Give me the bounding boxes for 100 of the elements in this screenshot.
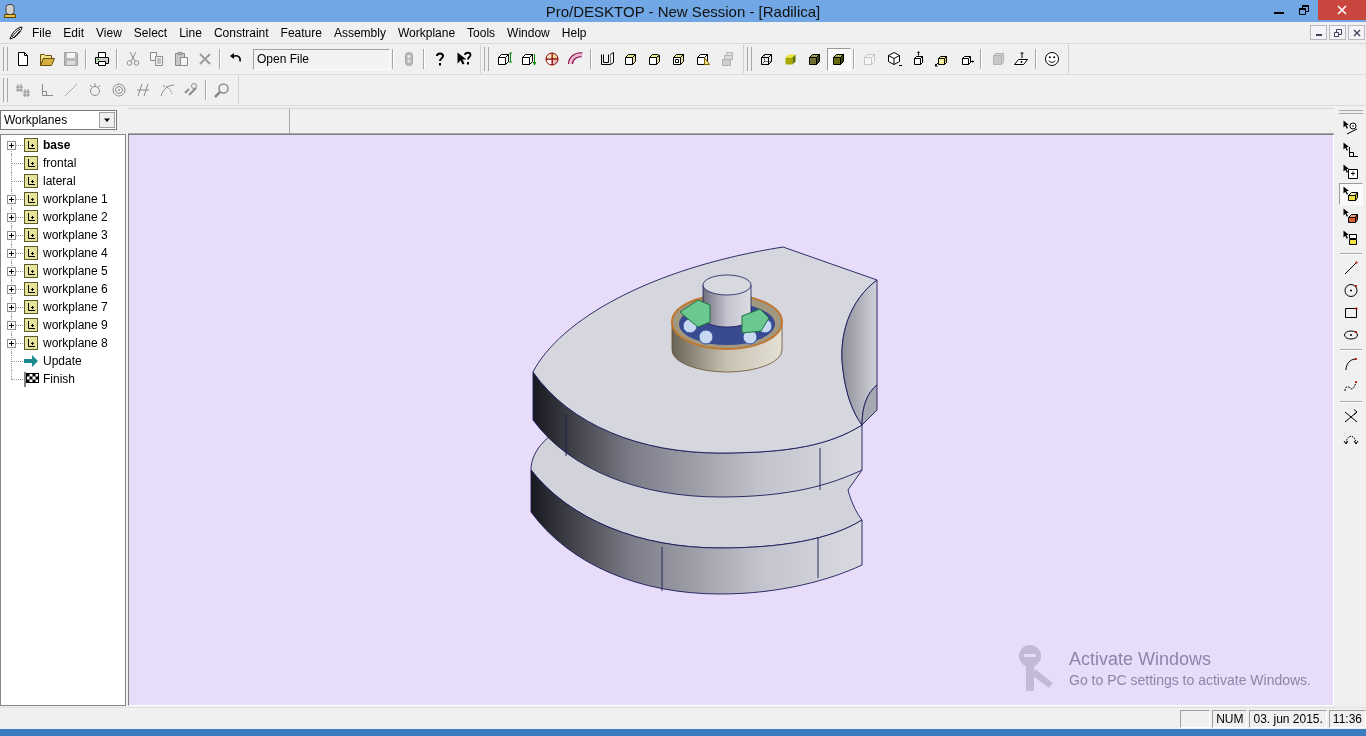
close-icon: [1352, 28, 1361, 37]
pointer-square-icon: [1343, 164, 1359, 180]
plane-axes-icon: [23, 263, 39, 279]
cross-icon: [197, 51, 213, 67]
menu-item[interactable]: Line: [173, 23, 208, 42]
notice-title: Activate Windows: [1069, 648, 1213, 670]
wireframe-cube-icon: [759, 51, 775, 67]
plane-axes-icon: [23, 173, 39, 189]
cube-icon: [623, 51, 639, 67]
tree-item[interactable]: workplane 2: [43, 210, 108, 224]
stacked-blocks-icon: [719, 51, 735, 67]
tree-item[interactable]: Finish: [43, 372, 75, 386]
spline-icon: [1343, 378, 1359, 394]
checkered-flag-icon: [23, 371, 39, 387]
expand-icon[interactable]: [7, 213, 16, 222]
tree-item[interactable]: workplane 4: [43, 246, 108, 260]
menu-item[interactable]: File: [26, 23, 58, 42]
outlined-cube-icon: [807, 51, 823, 67]
pointer-blocks-icon: [1343, 230, 1359, 246]
plane-axes-icon: [23, 299, 39, 315]
minimize-icon: [1315, 34, 1322, 36]
window-title: Pro/DESKTOP - New Session - [Radilica]: [545, 2, 821, 20]
menu-item[interactable]: Assembly: [327, 23, 392, 42]
expand-icon[interactable]: [7, 339, 16, 348]
plane-axes-icon: [23, 137, 39, 153]
tree-item[interactable]: workplane 7: [43, 300, 108, 314]
parallel-lines-icon: [135, 82, 151, 98]
plane-axes-icon: [23, 227, 39, 243]
tree-item[interactable]: frontal: [43, 156, 77, 170]
plane-axes-icon: [23, 335, 39, 351]
expand-icon[interactable]: [7, 267, 16, 276]
close-icon: [1337, 5, 1347, 15]
smiley-icon: [1044, 51, 1060, 67]
solid-cube-button[interactable]: [827, 47, 851, 71]
tree-item[interactable]: workplane 3: [43, 228, 108, 242]
caret-icon: [99, 112, 115, 128]
pointer-cube-icon: [1343, 208, 1359, 224]
tree-item[interactable]: base: [43, 138, 71, 152]
app-icon: [2, 3, 18, 19]
open-box-icon: [599, 51, 615, 67]
curved-tube-icon: [568, 51, 584, 67]
tangent-arc-icon: [159, 82, 175, 98]
cube-bar-icon: [496, 51, 512, 67]
pointer-cube-button[interactable]: [1339, 183, 1363, 205]
expand-icon[interactable]: [7, 231, 16, 240]
status-pane: 11:36: [1328, 709, 1366, 728]
menu-item[interactable]: Select: [127, 23, 174, 42]
pointer-cube-icon: [1343, 186, 1359, 202]
cube-pocket-icon: [671, 51, 687, 67]
line-icon: [1343, 260, 1359, 276]
restore-icon: [1333, 28, 1342, 37]
restore-button[interactable]: [1329, 25, 1346, 40]
menu-item[interactable]: Constraint: [207, 23, 275, 42]
menu-item[interactable]: Feature: [274, 23, 328, 42]
plane-axes-icon: [23, 209, 39, 225]
restore-icon: [1298, 5, 1309, 15]
tree-item[interactable]: workplane 1: [43, 192, 108, 206]
command-field[interactable]: Open File: [253, 48, 390, 70]
concentric-circles-icon: [111, 82, 127, 98]
tree-item[interactable]: workplane 9: [43, 318, 108, 332]
cube-arrow-down-icon: [520, 51, 536, 67]
right-angle-icon: [39, 82, 55, 98]
tree-item[interactable]: Update: [43, 354, 82, 368]
arc-icon: [1343, 356, 1359, 372]
menu-item[interactable]: Edit: [57, 23, 91, 42]
dropdown[interactable]: Workplanes: [0, 110, 117, 130]
scissors-icon: [125, 51, 141, 67]
minimize-button[interactable]: [1310, 25, 1327, 40]
tree-item[interactable]: workplane 8: [43, 336, 108, 350]
plane-axes-icon: [23, 155, 39, 171]
dashed-line-icon: [63, 82, 79, 98]
expand-icon[interactable]: [7, 141, 16, 150]
expand-icon[interactable]: [7, 303, 16, 312]
expand-icon[interactable]: [7, 285, 16, 294]
menu-item[interactable]: Tools: [461, 23, 502, 42]
menu-item[interactable]: View: [90, 23, 128, 42]
pointer-circle-icon: [1343, 120, 1359, 136]
cube-wedge-icon: [695, 51, 711, 67]
app-icon: [8, 24, 24, 41]
expand-icon[interactable]: [7, 249, 16, 258]
right-arrow-icon: [23, 353, 39, 369]
tree-item[interactable]: workplane 5: [43, 264, 108, 278]
minimize-icon: [1273, 12, 1284, 14]
close-button[interactable]: [1348, 25, 1365, 40]
faded-cube-icon: [862, 51, 878, 67]
tree-item[interactable]: lateral: [43, 174, 76, 188]
notice-text: Go to PC settings to activate Windows.: [1069, 671, 1311, 688]
menu-item[interactable]: Window: [501, 23, 556, 42]
expand-icon[interactable]: [7, 321, 16, 330]
plane-axes-icon: [23, 245, 39, 261]
menu-item[interactable]: Help: [555, 23, 593, 42]
copy-icon: [149, 51, 165, 67]
plane-axes-icon: [23, 191, 39, 207]
status-pane: [1180, 709, 1211, 728]
plane-axes-icon: [23, 317, 39, 333]
trim-icon: [1343, 408, 1359, 424]
pointer-question-icon: [456, 51, 472, 67]
menu-item[interactable]: Workplane: [391, 23, 462, 42]
tree-item[interactable]: workplane 6: [43, 282, 108, 296]
expand-icon[interactable]: [7, 195, 16, 204]
